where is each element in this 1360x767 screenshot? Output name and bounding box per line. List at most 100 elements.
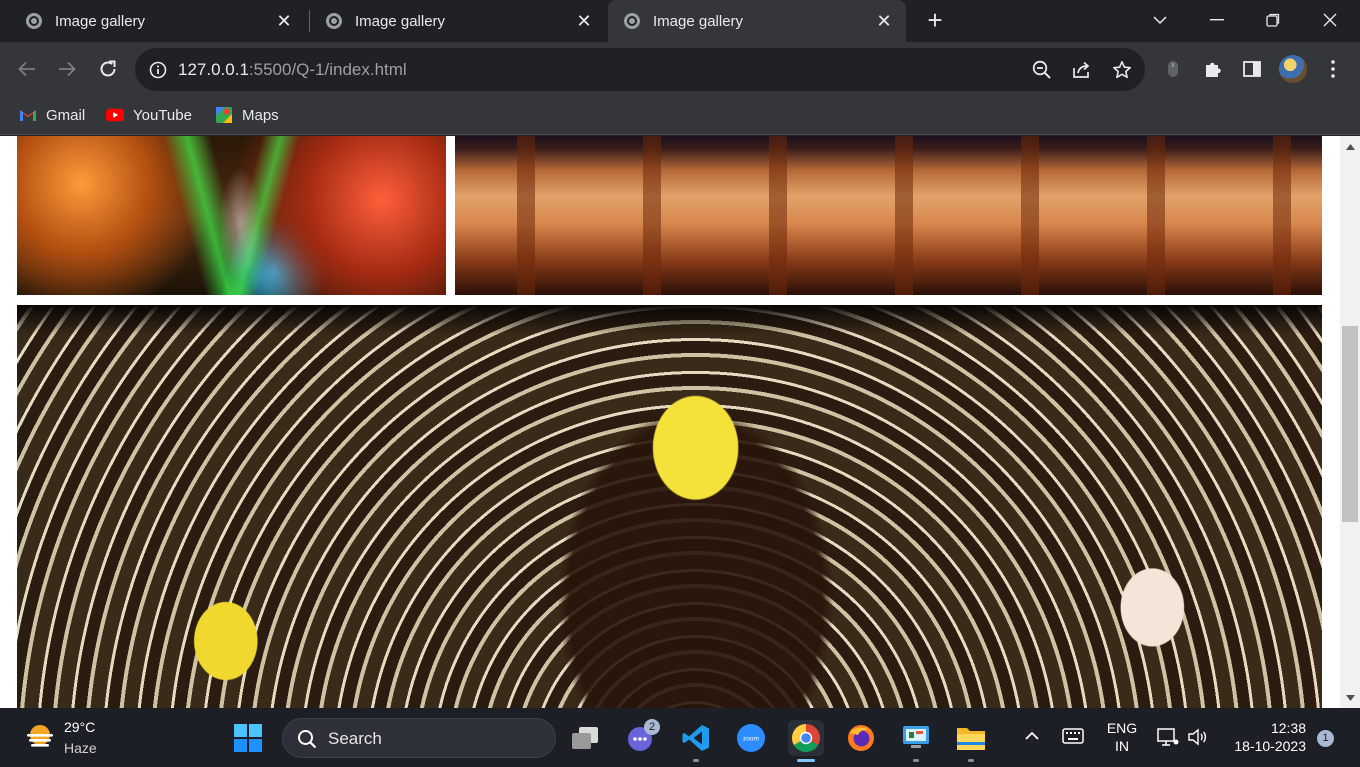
globe-icon bbox=[326, 13, 342, 29]
keyboard-button[interactable] bbox=[1062, 728, 1084, 747]
folder-icon bbox=[957, 728, 985, 750]
task-view-button[interactable] bbox=[567, 720, 603, 756]
bookmark-label: Gmail bbox=[46, 106, 86, 124]
close-icon bbox=[1323, 13, 1337, 27]
bookmark-star-button[interactable] bbox=[1111, 59, 1133, 81]
network-icon bbox=[1157, 728, 1179, 746]
search-label: Search bbox=[328, 729, 382, 748]
chevron-down-icon bbox=[1153, 16, 1167, 25]
clock-date: 18-10-2023 bbox=[1234, 738, 1306, 754]
profile-avatar[interactable] bbox=[1279, 55, 1307, 83]
forward-button[interactable] bbox=[53, 55, 81, 83]
language-code: ENG bbox=[1106, 720, 1138, 736]
control-panel-button[interactable] bbox=[898, 720, 934, 756]
reload-icon bbox=[100, 60, 116, 77]
close-tab-icon[interactable]: ✕ bbox=[874, 11, 894, 31]
keyboard-icon bbox=[1062, 728, 1084, 744]
bookmark-youtube[interactable]: YouTube bbox=[106, 105, 192, 125]
chrome-icon bbox=[792, 724, 820, 752]
share-button[interactable] bbox=[1071, 59, 1093, 81]
restore-icon bbox=[1266, 13, 1280, 27]
more-vertical-icon bbox=[1331, 60, 1335, 78]
back-button[interactable] bbox=[13, 55, 41, 83]
tab-3-active[interactable]: Image gallery ✕ bbox=[608, 0, 906, 42]
tab-strip: Image gallery ✕ Image gallery ✕ Image ga… bbox=[0, 0, 1360, 42]
start-button[interactable] bbox=[230, 720, 266, 756]
triangle-up-icon bbox=[1345, 143, 1355, 150]
bookmark-label: YouTube bbox=[133, 106, 192, 124]
control-panel-icon bbox=[903, 726, 929, 748]
volume-button[interactable] bbox=[1187, 728, 1207, 749]
url-host: 127.0.0.1 bbox=[178, 60, 249, 79]
gallery-image-durga-idol[interactable] bbox=[17, 305, 1322, 708]
tab-2[interactable]: Image gallery ✕ bbox=[300, 0, 606, 42]
extensions-button[interactable] bbox=[1201, 57, 1225, 81]
search-icon bbox=[298, 730, 317, 749]
windows-logo-icon bbox=[234, 724, 262, 752]
vscode-button[interactable] bbox=[678, 720, 714, 756]
arrow-left-icon bbox=[18, 61, 35, 77]
extension-1-button[interactable] bbox=[1161, 57, 1185, 81]
weather-condition: Haze bbox=[64, 740, 97, 756]
scrollbar-thumb[interactable] bbox=[1342, 326, 1358, 522]
minimize-icon bbox=[1210, 19, 1224, 21]
gmail-icon bbox=[19, 107, 37, 123]
clock[interactable]: 12:38 18-10-2023 bbox=[1228, 720, 1306, 754]
firefox-button[interactable] bbox=[843, 720, 879, 756]
zoom-app-button[interactable]: zoom bbox=[733, 720, 769, 756]
bookmark-gmail[interactable]: Gmail bbox=[19, 105, 85, 125]
gallery-image-festival-lights[interactable] bbox=[17, 136, 446, 295]
side-panel-button[interactable] bbox=[1240, 57, 1264, 81]
side-panel-icon bbox=[1243, 61, 1261, 77]
mouse-extension-icon bbox=[1168, 61, 1178, 77]
vscode-icon bbox=[682, 725, 709, 751]
browser-toolbar: 127.0.0.1:5500/Q-1/index.html bbox=[0, 42, 1360, 96]
new-tab-button[interactable]: + bbox=[922, 7, 948, 34]
show-hidden-icons-button[interactable] bbox=[1024, 728, 1040, 744]
running-indicator bbox=[968, 759, 974, 762]
reload-button[interactable] bbox=[94, 55, 122, 83]
taskbar-search[interactable]: Search bbox=[282, 718, 556, 758]
close-tab-icon[interactable]: ✕ bbox=[574, 11, 594, 31]
file-explorer-button[interactable] bbox=[953, 720, 989, 756]
arrow-right-icon bbox=[59, 61, 76, 77]
network-button[interactable] bbox=[1157, 727, 1179, 750]
tab-search-button[interactable] bbox=[1132, 0, 1188, 40]
tab-title: Image gallery bbox=[653, 12, 744, 30]
restore-button[interactable] bbox=[1245, 0, 1301, 40]
tab-title: Image gallery bbox=[55, 12, 146, 30]
region-code: IN bbox=[1115, 738, 1129, 754]
tab-1[interactable]: Image gallery ✕ bbox=[0, 0, 306, 42]
url-path: :5500/Q-1/index.html bbox=[248, 60, 407, 79]
chrome-button[interactable] bbox=[788, 720, 824, 756]
address-bar[interactable]: 127.0.0.1:5500/Q-1/index.html bbox=[135, 48, 1145, 91]
scroll-up-button[interactable] bbox=[1340, 138, 1360, 155]
triangle-down-icon bbox=[1345, 694, 1355, 701]
minimize-button[interactable] bbox=[1189, 0, 1245, 40]
star-icon bbox=[1113, 61, 1131, 79]
volume-icon bbox=[1188, 728, 1207, 746]
globe-icon bbox=[26, 13, 42, 29]
zoom-button[interactable] bbox=[1031, 59, 1053, 81]
clock-time: 12:38 bbox=[1270, 720, 1306, 736]
weather-widget[interactable] bbox=[24, 721, 56, 753]
maps-icon bbox=[215, 107, 233, 123]
globe-icon bbox=[624, 13, 640, 29]
task-view-icon bbox=[572, 727, 598, 749]
scroll-down-button[interactable] bbox=[1340, 689, 1360, 706]
svg-text:zoom: zoom bbox=[743, 736, 759, 743]
bookmark-maps[interactable]: Maps bbox=[215, 105, 279, 125]
running-indicator bbox=[693, 759, 699, 762]
gallery-image-temple-pandal[interactable] bbox=[455, 136, 1322, 295]
running-indicator bbox=[913, 759, 919, 762]
close-window-button[interactable] bbox=[1302, 0, 1358, 40]
url-text[interactable]: 127.0.0.1:5500/Q-1/index.html bbox=[178, 60, 407, 80]
tab-title: Image gallery bbox=[355, 12, 446, 30]
menu-button[interactable] bbox=[1321, 57, 1345, 81]
youtube-icon bbox=[106, 107, 124, 123]
language-indicator[interactable]: ENG IN bbox=[1106, 720, 1138, 754]
info-icon[interactable] bbox=[149, 61, 167, 79]
close-tab-icon[interactable]: ✕ bbox=[274, 11, 294, 31]
zoom-out-icon bbox=[1032, 60, 1051, 79]
notification-badge[interactable]: 1 bbox=[1317, 730, 1334, 747]
